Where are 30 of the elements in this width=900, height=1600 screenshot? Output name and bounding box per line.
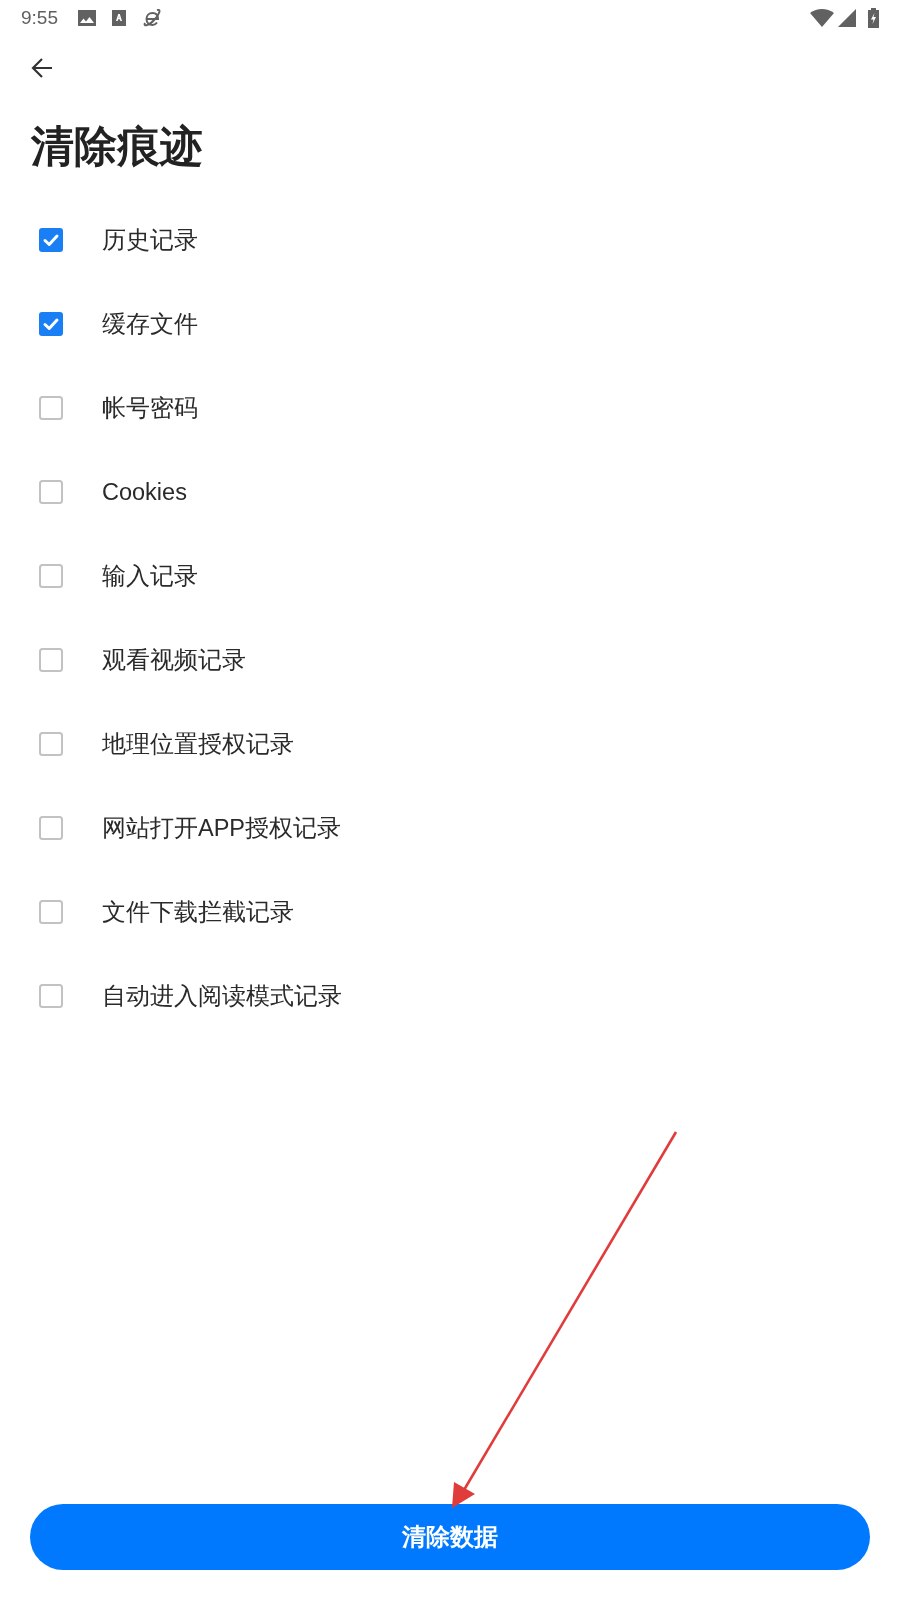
- option-label[interactable]: Cookies: [102, 477, 187, 507]
- back-arrow-icon: [30, 56, 54, 80]
- status-time: 9:55: [21, 7, 58, 29]
- page-title: 清除痕迹: [31, 121, 203, 172]
- checkbox[interactable]: [39, 312, 63, 336]
- checkbox[interactable]: [39, 816, 63, 840]
- battery-charging-icon: [868, 8, 879, 28]
- checkbox[interactable]: [39, 228, 63, 252]
- checkbox[interactable]: [39, 564, 63, 588]
- checkbox[interactable]: [39, 732, 63, 756]
- option-label[interactable]: 历史记录: [102, 225, 198, 255]
- option-label[interactable]: 观看视频记录: [102, 645, 246, 675]
- option-label[interactable]: 输入记录: [102, 561, 198, 591]
- option-label[interactable]: 网站打开APP授权记录: [102, 813, 342, 843]
- option-label[interactable]: 帐号密码: [102, 393, 198, 423]
- signal-icon: [838, 9, 856, 27]
- option-label[interactable]: 自动进入阅读模式记录: [102, 981, 342, 1011]
- checkbox[interactable]: [39, 984, 63, 1008]
- letter-a-icon: [112, 10, 126, 26]
- image-icon: [78, 10, 96, 26]
- checkbox[interactable]: [39, 396, 63, 420]
- checkbox[interactable]: [39, 900, 63, 924]
- option-label[interactable]: 地理位置授权记录: [102, 729, 294, 759]
- option-label[interactable]: 缓存文件: [102, 309, 198, 339]
- checkbox[interactable]: [39, 480, 63, 504]
- option-label[interactable]: 文件下载拦截记录: [102, 897, 294, 927]
- e-letter-icon: [143, 9, 162, 27]
- checkbox[interactable]: [39, 648, 63, 672]
- wifi-icon: [810, 9, 834, 27]
- clear-data-button[interactable]: 清除数据: [30, 1504, 870, 1570]
